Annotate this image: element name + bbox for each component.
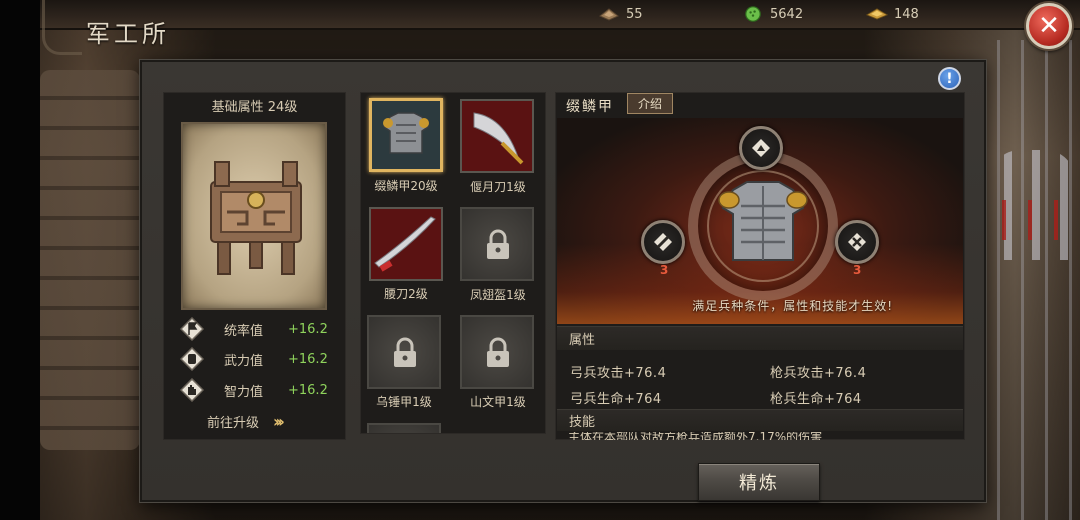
troop-node-top[interactable]: [739, 126, 783, 170]
stat-label: 智力值: [224, 384, 264, 400]
title-ornament-icon: [42, 0, 82, 55]
command-flag-icon: [180, 317, 204, 341]
equip-slot-label: 缀鳞甲20级: [374, 179, 438, 193]
goto-upgrade-label: 前往升级: [207, 416, 260, 431]
bronze-ingot-icon: [599, 8, 619, 21]
info-button[interactable]: !: [938, 67, 961, 90]
equip-slot-scale-armor[interactable]: [369, 98, 443, 172]
equip-slot-waist-saber[interactable]: [369, 207, 443, 281]
item-name: 缀鳞甲: [566, 99, 614, 115]
stat-label: 武力值: [224, 353, 264, 369]
close-button[interactable]: ✕: [1026, 3, 1072, 49]
archer-icon: [848, 233, 866, 251]
scale-armor-icon: [372, 101, 440, 169]
attribute-spear-hp: 枪兵生命+764: [770, 392, 862, 407]
equip-slot-label: 凤翅盔1级: [470, 288, 526, 302]
weapon-rack-background: [985, 40, 1080, 520]
base-attribute-title: 基础属性 24级: [211, 100, 298, 115]
page-title: 军工所: [86, 20, 170, 48]
resource-gold: 148: [866, 4, 919, 24]
equip-slot-label: 偃月刀1级: [470, 180, 526, 194]
goto-upgrade-link[interactable]: 前往升级 ›››: [207, 412, 285, 431]
close-icon: ✕: [1038, 11, 1060, 41]
equip-slot-crescent-blade[interactable]: [460, 99, 534, 173]
crescent-blade-icon: [462, 101, 532, 171]
cavalry-icon: [752, 139, 770, 157]
gold-ingot-icon: [866, 8, 888, 20]
spear-icon: [654, 233, 672, 251]
equip-slot-label: 腰刀2级: [384, 287, 428, 301]
force-fist-icon: [180, 347, 204, 371]
attribute-archer-hp: 弓兵生命+764: [570, 392, 662, 407]
equipment-showcase: 3 3: [557, 118, 963, 324]
skill-description-text: 主体在本部队对敌方枪兵造成额外7.17%的伤害: [568, 432, 823, 440]
lock-icon: [487, 337, 509, 367]
showcase-caption: 满足兵种条件，属性和技能才生效!: [692, 299, 893, 313]
jade-coin-icon: [745, 6, 761, 22]
intellect-hand-icon: [180, 378, 204, 402]
troop-node-left[interactable]: [641, 220, 685, 264]
attribute-section-title: 属性: [569, 333, 596, 348]
stat-value: +16.2: [288, 321, 328, 337]
bronze-cauldron-icon: [210, 161, 302, 275]
troop-node-left-count: 3: [660, 263, 669, 277]
skill-description: 主体在本部队对敌方枪兵造成额外7.17%的伤害: [568, 432, 948, 440]
grain-sacks-background: [40, 70, 140, 450]
stat-command: 统率值 +16.2: [180, 317, 340, 341]
top-rafter: [40, 0, 1080, 30]
scale-armor-large-icon: [718, 181, 808, 261]
equip-slot-label: 山文甲1级: [470, 395, 526, 409]
resource-jade-value: 5642: [770, 6, 804, 22]
refine-button[interactable]: 精炼: [698, 463, 820, 501]
skill-section-title: 技能: [569, 415, 596, 430]
double-chevron-right-icon: ›››: [273, 412, 285, 431]
equip-slot-next[interactable]: [367, 423, 441, 433]
stat-force: 武力值 +16.2: [180, 347, 340, 371]
info-icon: !: [946, 70, 953, 87]
equipment-grid: 缀鳞甲20级 偃月刀1级 腰刀2级 凤翅盔1级 乌锤甲1级 山文甲1级: [360, 92, 546, 434]
skill-section-header: 技能: [557, 409, 963, 431]
equip-slot-phoenix-helmet[interactable]: [460, 207, 534, 281]
equip-slot-mountain-armor[interactable]: [460, 315, 534, 389]
resource-bronze-value: 55: [626, 6, 643, 22]
equip-slot-label: 乌锤甲1级: [376, 395, 432, 409]
intro-button[interactable]: 介绍: [627, 93, 673, 114]
attribute-section-header: 属性: [557, 326, 963, 350]
resource-gold-value: 148: [894, 6, 919, 22]
attribute-spear-attack: 枪兵攻击+76.4: [770, 366, 867, 381]
left-edge-bar: [0, 0, 40, 520]
red-tassels-background: [990, 200, 1070, 240]
stat-value: +16.2: [288, 351, 328, 367]
stat-label: 统率值: [224, 323, 264, 339]
waist-saber-icon: [371, 209, 441, 279]
equip-slot-hammer-armor[interactable]: [367, 315, 441, 389]
lock-icon: [394, 337, 416, 367]
troop-node-right-count: 3: [853, 263, 862, 277]
stat-value: +16.2: [288, 382, 328, 398]
attribute-archer-attack: 弓兵攻击+76.4: [570, 366, 667, 381]
equipment-portrait: [181, 122, 327, 310]
lock-icon: [487, 229, 509, 259]
troop-node-right[interactable]: [835, 220, 879, 264]
stat-intellect: 智力值 +16.2: [180, 378, 340, 402]
resource-jade: 5642: [742, 4, 803, 24]
resource-bronze: 55: [598, 4, 643, 24]
